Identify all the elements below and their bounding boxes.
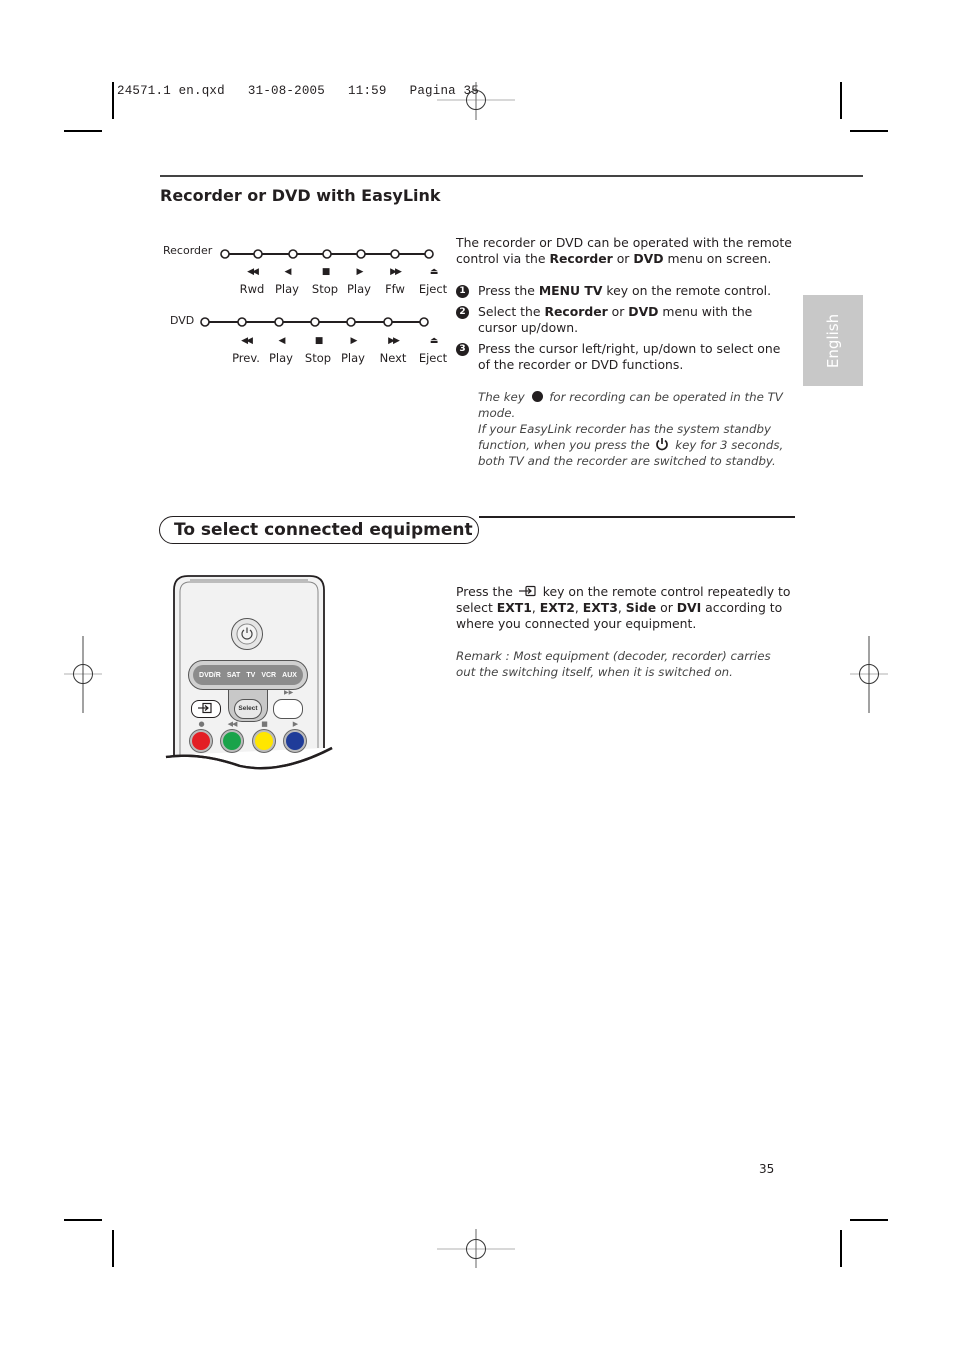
separator: , xyxy=(574,600,583,616)
intro-text: or xyxy=(612,251,634,267)
printer-slug: 24571.1 en.qxd 31-08-2005 11:59 Pagina 3… xyxy=(117,84,479,98)
step-bold: MENU TV xyxy=(538,283,603,298)
section-title: To select connected equipment xyxy=(174,520,473,540)
play-icon: ▶ xyxy=(350,336,358,346)
function-label: Eject xyxy=(418,351,448,365)
section-rule xyxy=(160,175,863,177)
step-number: 2 xyxy=(456,306,469,319)
registration-mark-icon xyxy=(437,1229,515,1268)
color-key-blue xyxy=(284,730,306,752)
remote-source-button: VCR xyxy=(261,671,277,679)
option-ext3: EXT3 xyxy=(582,600,618,616)
crop-mark xyxy=(840,82,842,119)
remark-paragraph: Remark : Most equipment (decoder, record… xyxy=(456,649,771,679)
intro-bold-recorder: Recorder xyxy=(549,251,613,267)
para-text: Press the xyxy=(456,584,517,599)
record-dot-icon xyxy=(531,391,543,402)
color-key-symbol: ▶ xyxy=(292,720,298,728)
source-input-icon xyxy=(518,585,536,597)
dvd-label: DVD xyxy=(170,314,195,327)
step-text: Press the cursor left/right, up/down to … xyxy=(478,341,781,373)
power-icon xyxy=(656,438,669,451)
option-side: Side xyxy=(625,600,657,616)
option-ext2: EXT2 xyxy=(539,600,575,616)
remote-ffw-symbol: ▶▶ xyxy=(284,689,294,696)
page-number: 35 xyxy=(759,1162,775,1176)
step-1: 1 Press the MENU TV key on the remote co… xyxy=(456,283,791,299)
eject-icon: ⏏ xyxy=(429,267,439,277)
step-number: 3 xyxy=(456,343,469,356)
recorder-label: Recorder xyxy=(163,244,213,257)
note-text: The key xyxy=(478,390,529,404)
remote-power-button xyxy=(231,618,263,650)
crop-mark xyxy=(112,82,114,119)
color-key-symbol: ■ xyxy=(261,720,268,728)
recorder-menu-line xyxy=(220,249,434,259)
function-label: Next xyxy=(379,351,407,365)
next-icon: ▶▶ xyxy=(388,336,400,346)
language-tab: English xyxy=(803,295,863,386)
step-3: 3 Press the cursor left/right, up/down t… xyxy=(456,341,791,373)
select-equipment-paragraph: Press the key on the remote control repe… xyxy=(456,584,796,633)
separator: , xyxy=(531,600,540,616)
crop-mark xyxy=(112,1230,114,1267)
intro-bold-dvd: DVD xyxy=(633,251,664,267)
function-label: Eject xyxy=(418,282,448,296)
crop-mark xyxy=(850,1219,888,1221)
step-bold: DVD xyxy=(628,304,659,319)
step-text: key on the remote control. xyxy=(602,283,772,298)
intro-text: menu on screen. xyxy=(663,251,772,267)
step-text: or xyxy=(607,304,629,319)
dvd-menu-line xyxy=(200,317,429,327)
remote-source-bar: DVD/R SAT TV VCR AUX xyxy=(188,660,308,690)
remote-source-button: TV xyxy=(246,671,256,679)
remote-source-key xyxy=(191,700,221,718)
source-input-icon xyxy=(198,702,212,714)
note-paragraph: The key for recording can be operated in… xyxy=(478,389,792,469)
color-key-red xyxy=(190,730,212,752)
registration-mark-icon xyxy=(437,82,515,120)
registration-mark-icon xyxy=(850,636,888,713)
remote-select-key: Select xyxy=(234,699,262,719)
step-bold: Recorder xyxy=(544,304,608,319)
color-key-symbol: ◀◀ xyxy=(227,720,238,728)
separator: , xyxy=(617,600,626,616)
step-2: 2 Select the Recorder or DVD menu with t… xyxy=(456,304,791,336)
function-label: Play xyxy=(341,351,365,365)
remote-blank-key xyxy=(273,699,303,719)
step-text: Select the xyxy=(478,304,545,319)
step-number: 1 xyxy=(456,285,469,298)
section-title: Recorder or DVD with EasyLink xyxy=(160,186,441,205)
intro-paragraph: The recorder or DVD can be operated with… xyxy=(456,235,796,267)
color-key-yellow xyxy=(253,730,275,752)
power-icon xyxy=(236,623,258,645)
remote-source-button: AUX xyxy=(282,671,297,679)
option-ext1: EXT1 xyxy=(496,600,532,616)
remote-source-button: DVD/R xyxy=(199,671,221,679)
section-title-box: To select connected equipment xyxy=(159,516,479,544)
language-tab-label: English xyxy=(824,313,842,368)
crop-mark xyxy=(64,130,102,132)
registration-mark-icon xyxy=(64,636,102,713)
option-dvi: DVI xyxy=(676,600,702,616)
eject-icon: ⏏ xyxy=(429,336,439,346)
separator: or xyxy=(656,600,677,616)
color-key-symbol: ● xyxy=(198,720,204,728)
crop-mark xyxy=(64,1219,102,1221)
crop-mark xyxy=(850,130,888,132)
remote-source-button: SAT xyxy=(226,671,241,679)
color-key-green xyxy=(221,730,243,752)
step-text: Press the xyxy=(478,283,539,298)
crop-mark xyxy=(840,1230,842,1267)
section-rule xyxy=(479,516,795,518)
